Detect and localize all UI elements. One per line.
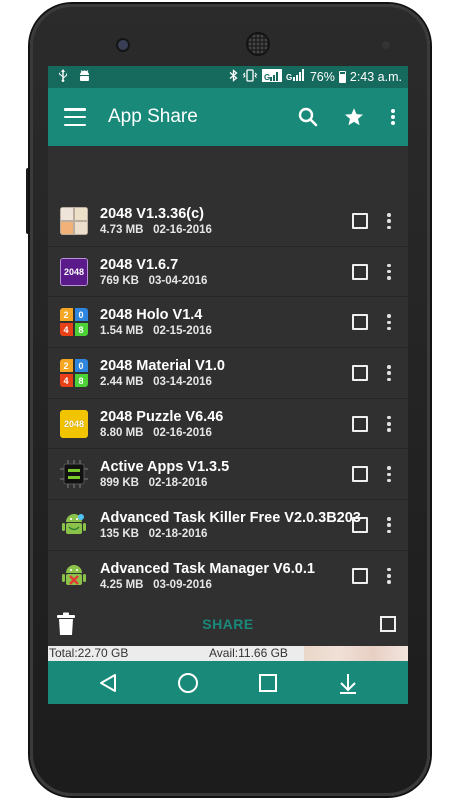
item-more-icon[interactable]	[384, 565, 394, 587]
2048-purple-icon: 2048	[60, 257, 88, 286]
list-item[interactable]: 2048 2048 Puzzle V6.46 8.80 MB 02-16-201…	[48, 399, 408, 450]
svg-text:4: 4	[64, 376, 69, 386]
bluetooth-icon	[229, 69, 238, 85]
search-icon[interactable]	[298, 107, 318, 127]
screen: G G 76% 2:43 a.m. App Share 2048 V1.3.36…	[48, 66, 408, 704]
bottom-action-bar: SHARE	[48, 602, 408, 646]
vibrate-icon	[242, 69, 258, 85]
2048-tile-icon	[60, 206, 88, 235]
list-item[interactable]: 2048 2048 Material V1.0 2.44 MB 03-14-20…	[48, 348, 408, 399]
item-more-icon[interactable]	[384, 311, 394, 333]
share-button[interactable]: SHARE	[202, 616, 254, 632]
storage-total: Total:22.70 GB	[48, 646, 208, 661]
item-more-icon[interactable]	[384, 210, 394, 232]
svg-text:0: 0	[79, 361, 84, 371]
2048-puzzle-icon: 2048	[60, 409, 88, 438]
app-list: 2048 V1.3.36(c) 4.73 MB 02-16-2016 2048 …	[48, 146, 408, 602]
back-icon[interactable]	[88, 663, 128, 703]
select-checkbox[interactable]	[352, 314, 368, 331]
item-more-icon[interactable]	[384, 362, 394, 384]
select-checkbox[interactable]	[352, 415, 368, 432]
select-all-checkbox[interactable]	[379, 616, 396, 632]
signal-icon-2: G	[286, 69, 306, 85]
more-vert-icon[interactable]	[390, 108, 396, 126]
select-checkbox[interactable]	[352, 263, 368, 280]
2048-holo-grid-icon: 2048	[60, 308, 88, 337]
select-checkbox[interactable]	[352, 466, 368, 483]
item-more-icon[interactable]	[384, 514, 394, 536]
select-checkbox[interactable]	[352, 517, 368, 534]
android-robot-x-icon	[60, 562, 88, 590]
home-icon[interactable]	[168, 663, 208, 703]
menu-icon[interactable]	[64, 108, 86, 126]
system-nav-bar	[48, 661, 408, 704]
list-item[interactable]: 2048 V1.3.36(c) 4.73 MB 02-16-2016	[48, 196, 408, 247]
android-robot-icon	[60, 511, 88, 539]
active-apps-chip-icon	[60, 460, 88, 489]
svg-text:8: 8	[79, 376, 84, 386]
item-more-icon[interactable]	[384, 413, 394, 435]
svg-text:2: 2	[64, 310, 69, 320]
app-title: App Share	[108, 106, 198, 127]
list-item[interactable]: Advanced Task Manager V6.0.1 4.25 MB 03-…	[48, 551, 408, 602]
storage-bar-fill	[304, 646, 408, 661]
recents-icon[interactable]	[248, 663, 288, 703]
list-item[interactable]: Advanced Task Killer Free V2.0.3B203 135…	[48, 500, 408, 551]
item-more-icon[interactable]	[384, 463, 394, 485]
battery-icon	[338, 71, 346, 83]
app-bar: App Share	[48, 88, 408, 146]
list-item[interactable]: 2048 2048 V1.6.7 769 KB 03-04-2016	[48, 247, 408, 298]
svg-text:0: 0	[79, 310, 84, 320]
earpiece-speaker	[248, 34, 268, 54]
battery-percent: 76%	[309, 70, 335, 84]
2048-material-grid-icon: 2048	[60, 358, 88, 387]
list-item[interactable]: 2048 2048 Holo V1.4 1.54 MB 02-15-2016	[48, 297, 408, 349]
star-icon[interactable]	[344, 107, 364, 127]
select-checkbox[interactable]	[352, 567, 368, 584]
svg-text:4: 4	[64, 325, 69, 335]
select-checkbox[interactable]	[352, 213, 368, 229]
proximity-sensor	[382, 41, 390, 49]
svg-text:G: G	[286, 73, 292, 82]
clock: 2:43 a.m.	[349, 70, 402, 84]
list-item[interactable]: Active Apps V1.3.5 899 KB 02-18-2016	[48, 449, 408, 501]
svg-text:2: 2	[64, 361, 69, 371]
storage-available: Avail:11.66 GB	[208, 646, 304, 661]
signal-icon-1: G	[261, 69, 282, 85]
trash-icon[interactable]	[56, 612, 76, 636]
status-bar: G G 76% 2:43 a.m.	[48, 66, 408, 88]
item-more-icon[interactable]	[384, 261, 394, 283]
android-debug-icon	[78, 69, 91, 85]
front-camera	[118, 40, 128, 50]
storage-info: Total:22.70 GB Avail:11.66 GB	[48, 646, 408, 661]
select-checkbox[interactable]	[352, 365, 368, 382]
usb-icon	[58, 69, 68, 85]
svg-text:G: G	[264, 73, 270, 82]
svg-text:8: 8	[79, 325, 84, 335]
notifications-pulldown-icon[interactable]	[328, 663, 368, 703]
